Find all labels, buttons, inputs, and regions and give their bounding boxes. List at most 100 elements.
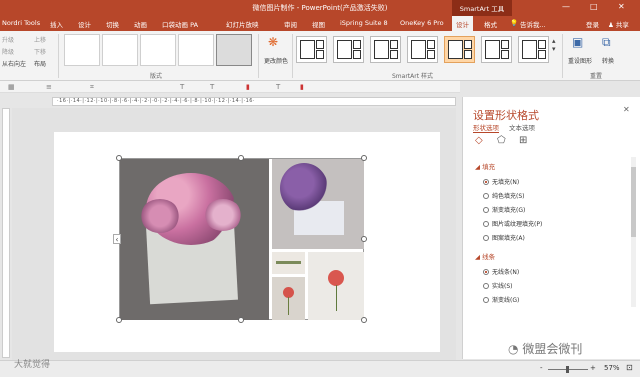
style-option-4[interactable] — [407, 36, 438, 63]
minimize-button[interactable]: — — [562, 2, 570, 11]
style-option-1[interactable] — [296, 36, 327, 63]
move-up-button[interactable]: 上移 — [34, 35, 46, 44]
title-bar: 微信图片制作 - PowerPoint(产品激活失败) SmartArt 工具 … — [0, 0, 640, 16]
fill-option-gradient[interactable]: 渐变填充(G) — [483, 205, 525, 214]
share-button[interactable]: ♟ 共享 — [608, 19, 629, 29]
guide-marker-icon-2[interactable]: ▮ — [300, 83, 304, 91]
fill-option-solid[interactable]: 纯色填充(S) — [483, 191, 525, 200]
tab-insert[interactable]: 插入 — [50, 19, 63, 29]
effects-icon[interactable]: ⬠ — [497, 135, 506, 146]
tab-design[interactable]: 设计 — [78, 19, 91, 29]
window-title: 微信图片制作 - PowerPoint(产品激活失败) — [252, 4, 388, 12]
fill-section-header[interactable]: ◢ 填充 — [475, 161, 495, 171]
line-section-label: 线条 — [482, 253, 496, 261]
line-section-header[interactable]: ◢ 线条 — [475, 251, 495, 261]
radio-icon — [483, 283, 489, 289]
resize-handle[interactable] — [361, 155, 367, 161]
smartart-tools-context-label: SmartArt 工具 — [452, 0, 512, 16]
layout-option-4[interactable] — [178, 34, 214, 66]
resize-handle[interactable] — [116, 317, 122, 323]
convert-button[interactable]: 转换 — [602, 56, 614, 65]
pane-scrollbar[interactable] — [631, 157, 636, 307]
text-icon[interactable]: T — [180, 83, 184, 91]
align-icon[interactable]: ≡ — [46, 83, 52, 91]
line-option-solid[interactable]: 实线(S) — [483, 281, 513, 290]
guide-marker-icon[interactable]: ▮ — [246, 83, 250, 91]
text-pane-toggle[interactable]: ‹ — [113, 234, 121, 244]
pane-tab-shape-options[interactable]: 形状选项 — [473, 122, 499, 133]
resize-handle[interactable] — [361, 236, 367, 242]
zoom-in-button[interactable]: + — [590, 364, 596, 372]
picture-purple-envelope[interactable] — [272, 159, 364, 249]
tab-transitions[interactable]: 切换 — [106, 19, 119, 29]
style-option-2[interactable] — [333, 36, 364, 63]
style-option-selected[interactable] — [444, 36, 475, 63]
picture-small-1[interactable] — [272, 252, 305, 274]
style-option-7[interactable] — [518, 36, 549, 63]
layout-option-3[interactable] — [140, 34, 176, 66]
style-option-6[interactable] — [481, 36, 512, 63]
zoom-slider-thumb[interactable] — [566, 366, 569, 373]
resize-handle[interactable] — [238, 155, 244, 161]
tell-me-search[interactable]: 告诉我... — [520, 19, 546, 29]
fit-slide-icon[interactable]: ⊡ — [626, 363, 633, 372]
picture-small-2[interactable] — [272, 277, 305, 320]
zoom-out-button[interactable]: - — [540, 364, 543, 372]
close-button[interactable]: ✕ — [618, 2, 625, 11]
fill-option-pattern[interactable]: 图案填充(A) — [483, 233, 525, 242]
tab-review[interactable]: 审阅 — [284, 19, 297, 29]
scrollbar-thumb[interactable] — [631, 167, 636, 237]
watermark-right: ◔ 微盟会微刊 — [508, 340, 583, 357]
flower-purple-cluster — [280, 163, 328, 213]
tab-pocket-animation[interactable]: 口袋动画 PA — [162, 19, 198, 29]
tab-slideshow[interactable]: 幻灯片放映 — [226, 19, 259, 29]
format-painter-icon[interactable]: ⌗ — [90, 83, 94, 92]
layout-option-1[interactable] — [64, 34, 100, 66]
zoom-level[interactable]: 57% — [604, 364, 620, 372]
picture-carnation[interactable] — [308, 252, 364, 320]
radio-icon — [483, 179, 489, 185]
layout-button[interactable]: 布局 — [34, 59, 46, 68]
pane-tab-text-options[interactable]: 文本选项 — [509, 122, 535, 132]
sign-in-link[interactable]: 登录 — [586, 19, 599, 29]
pane-close-icon[interactable]: ✕ — [623, 105, 630, 114]
fill-option-picture[interactable]: 图片或纹理填充(P) — [483, 219, 542, 228]
demote-button[interactable]: 降级 — [2, 47, 14, 56]
tab-animations[interactable]: 动画 — [134, 19, 147, 29]
option-label: 渐变填充(G) — [492, 207, 526, 214]
grid-icon[interactable]: ▦ — [8, 83, 15, 91]
tab-onekey[interactable]: OneKey 6 Pro — [400, 19, 444, 27]
option-label: 无线条(N) — [492, 269, 520, 276]
gallery-more-icon[interactable]: ▴ ▾ — [552, 37, 556, 53]
style-option-3[interactable] — [370, 36, 401, 63]
move-down-button[interactable]: 下移 — [34, 47, 46, 56]
tab-format[interactable]: 格式 — [484, 19, 497, 29]
change-colors-button[interactable]: 更改颜色 — [264, 56, 288, 65]
line-option-none[interactable]: 无线条(N) — [483, 267, 519, 276]
maximize-button[interactable]: □ — [590, 2, 598, 11]
option-label: 无填充(N) — [492, 179, 520, 186]
text-icon-2[interactable]: T — [276, 83, 280, 91]
layout-option-selected[interactable] — [216, 34, 252, 66]
tab-nordri-tools[interactable]: Nordri Tools — [2, 19, 40, 27]
smartart-selection-frame[interactable] — [119, 158, 364, 320]
text-format-icon[interactable]: T — [210, 83, 214, 91]
tab-ispring[interactable]: iSpring Suite 8 — [340, 19, 388, 27]
share-label: 共享 — [615, 21, 629, 29]
picture-large-envelope[interactable] — [120, 159, 269, 320]
layout-option-2[interactable] — [102, 34, 138, 66]
tab-view[interactable]: 视图 — [312, 19, 325, 29]
resize-handle[interactable] — [361, 317, 367, 323]
tab-smartart-design[interactable]: 设计 — [452, 16, 473, 31]
size-properties-icon[interactable]: ⊞ — [519, 135, 527, 146]
line-option-gradient[interactable]: 渐变线(G) — [483, 295, 519, 304]
fill-option-none[interactable]: 无填充(N) — [483, 177, 519, 186]
resize-handle[interactable] — [116, 155, 122, 161]
wechat-icon: ◔ — [508, 342, 519, 356]
reset-graphic-button[interactable]: 重设图形 — [568, 56, 592, 65]
right-to-left-button[interactable]: 从右向左 — [2, 59, 26, 68]
fill-line-icon[interactable]: ◇ — [475, 135, 483, 146]
promote-button[interactable]: 升级 — [2, 35, 14, 44]
divider — [258, 34, 259, 78]
resize-handle[interactable] — [238, 317, 244, 323]
